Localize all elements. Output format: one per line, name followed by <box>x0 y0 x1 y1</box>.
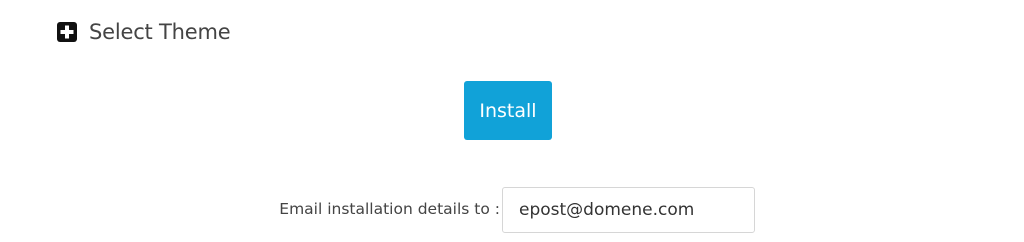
email-field[interactable] <box>502 187 755 233</box>
email-label: Email installation details to : <box>279 200 500 218</box>
plus-square-icon[interactable] <box>57 22 77 42</box>
email-row: Email installation details to : <box>0 187 1024 233</box>
section-title: Select Theme <box>89 20 231 44</box>
select-theme-toggle[interactable]: Select Theme <box>57 18 231 46</box>
install-button[interactable]: Install <box>464 81 552 140</box>
